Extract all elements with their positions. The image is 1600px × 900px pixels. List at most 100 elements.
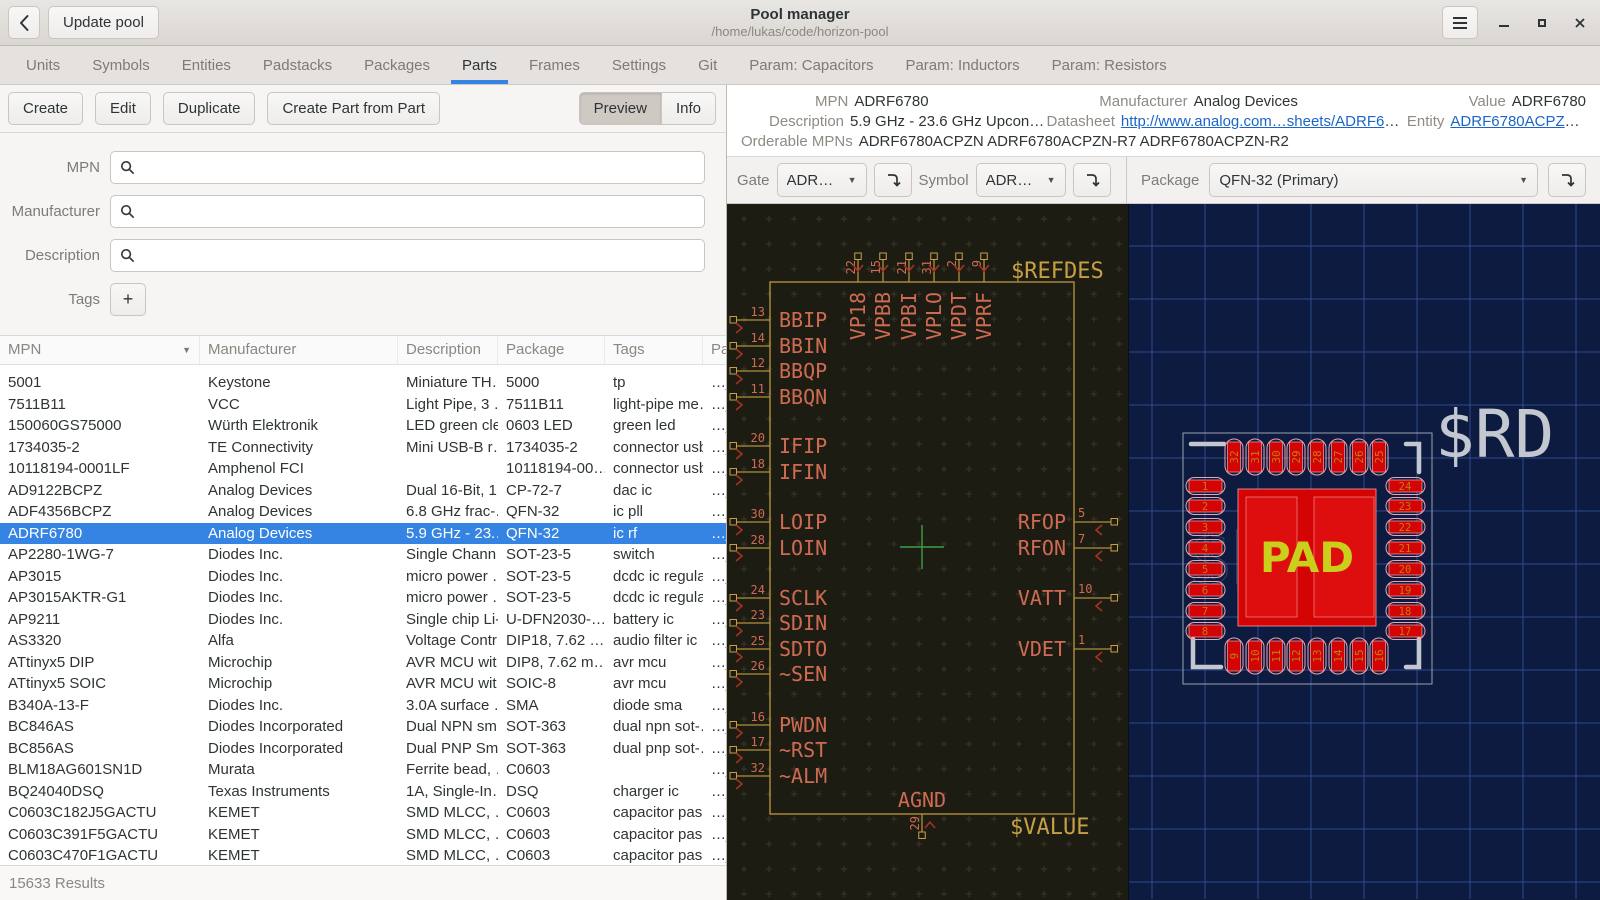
- table-row[interactable]: AP3015Diodes Inc.micro power …SOT-23-5dc…: [0, 566, 726, 588]
- manufacturer-search-entry[interactable]: [110, 195, 705, 228]
- tab-packages[interactable]: Packages: [353, 46, 441, 84]
- table-row[interactable]: ATtinyx5 DIPMicrochipAVR MCU wit…DIP8, 7…: [0, 652, 726, 674]
- column-header-description[interactable]: Description: [398, 336, 498, 364]
- preview-toggle-button[interactable]: Preview: [579, 92, 662, 125]
- tab-symbols[interactable]: Symbols: [81, 46, 161, 84]
- column-header-tags[interactable]: Tags: [605, 336, 703, 364]
- close-button[interactable]: [1568, 11, 1592, 35]
- table-row[interactable]: C0603C391F5GACTUKEMETSMD MLCC, …C0603cap…: [0, 824, 726, 846]
- tab-param-capacitors[interactable]: Param: Capacitors: [738, 46, 884, 84]
- table-row[interactable]: ATtinyx5 SOICMicrochipAVR MCU wit…SOIC-8…: [0, 673, 726, 695]
- maximize-button[interactable]: [1530, 11, 1554, 35]
- svg-text:VPRF: VPRF: [972, 292, 996, 340]
- manufacturer-search-input[interactable]: [143, 203, 695, 220]
- package-combobox[interactable]: QFN-32 (Primary) ▼: [1209, 163, 1538, 197]
- svg-text:$REFDES: $REFDES: [1011, 259, 1104, 284]
- table-row[interactable]: ADF4356BCPZAnalog Devices6.8 GHz frac-…Q…: [0, 501, 726, 523]
- description-search-entry[interactable]: [110, 239, 705, 272]
- update-pool-button[interactable]: Update pool: [48, 6, 159, 39]
- table-row[interactable]: ADRF6780Analog Devices5.9 GHz - 23.…QFN-…: [0, 523, 726, 545]
- table-row[interactable]: AP3015AKTR-G1Diodes Inc.micro power …SOT…: [0, 587, 726, 609]
- svg-text:AGND: AGND: [898, 788, 946, 812]
- table-row[interactable]: BQ24040DSQTexas Instruments1A, Single-In…: [0, 781, 726, 803]
- tab-entities[interactable]: Entities: [171, 46, 242, 84]
- preview-canvases: $REFDES$VALUE13BBIP14BBIN12BBQP11BBQN20I…: [727, 204, 1600, 900]
- tab-units[interactable]: Units: [15, 46, 71, 84]
- part-preview-panel: MPNADRF6780 ManufacturerAnalog Devices V…: [727, 85, 1600, 900]
- minimize-button[interactable]: [1492, 11, 1516, 35]
- svg-text:~SEN: ~SEN: [779, 662, 827, 686]
- table-row[interactable]: AS3320AlfaVoltage Contr…DIP18, 7.62 …aud…: [0, 630, 726, 652]
- svg-text:9: 9: [970, 260, 984, 267]
- chevron-down-icon: ▼: [1519, 175, 1528, 185]
- tab-padstacks[interactable]: Padstacks: [252, 46, 343, 84]
- svg-text:6: 6: [1202, 585, 1208, 597]
- minimize-icon: [1497, 16, 1511, 30]
- open-symbol-editor-button[interactable]: [1073, 163, 1111, 197]
- svg-text:BBQN: BBQN: [779, 385, 827, 409]
- table-row[interactable]: 5001KeystoneMiniature TH…5000tp…json: [0, 372, 726, 394]
- footprint-canvas[interactable]: $RD3231302928272625910111213141516123456…: [1128, 204, 1600, 900]
- close-icon: [1573, 16, 1587, 30]
- mpn-search-entry[interactable]: [110, 151, 705, 184]
- svg-text:1: 1: [1078, 633, 1085, 647]
- table-row[interactable]: C0603C182J5GACTUKEMETSMD MLCC, …C0603cap…: [0, 802, 726, 824]
- table-row[interactable]: 150060GS75000Würth ElektronikLED green c…: [0, 415, 726, 437]
- column-header-manufacturer[interactable]: Manufacturer: [200, 336, 398, 364]
- column-header-path[interactable]: Path: [703, 336, 726, 364]
- edit-button[interactable]: Edit: [95, 92, 151, 125]
- tab-param-resistors[interactable]: Param: Resistors: [1041, 46, 1178, 84]
- description-search-input[interactable]: [143, 247, 695, 264]
- column-header-package[interactable]: Package: [498, 336, 605, 364]
- table-row[interactable]: BC846ASDiodes IncorporatedDual NPN sm…SO…: [0, 716, 726, 738]
- add-tag-button[interactable]: +: [110, 283, 146, 316]
- svg-text:32: 32: [751, 761, 765, 775]
- tab-frames[interactable]: Frames: [518, 46, 591, 84]
- window-title: Pool manager: [0, 5, 1600, 24]
- table-row[interactable]: BLM18AG601SN1DMurataFerrite bead, …C0603…: [0, 759, 726, 781]
- datasheet-link[interactable]: http://www.analog.com…sheets/ADRF6780.pd…: [1121, 113, 1407, 130]
- table-row[interactable]: AD9122BCPZAnalog DevicesDual 16-Bit, 1…C…: [0, 480, 726, 502]
- svg-text:23: 23: [1399, 501, 1412, 513]
- menu-button[interactable]: [1442, 6, 1478, 39]
- table-row[interactable]: C0603C470F1GACTUKEMETSMD MLCC, …C0603cap…: [0, 845, 726, 865]
- svg-text:31: 31: [920, 260, 934, 274]
- back-button[interactable]: [8, 6, 40, 39]
- tab-bar: Units Symbols Entities Padstacks Packages Par…: [0, 46, 1600, 85]
- tab-git[interactable]: Git: [687, 46, 728, 84]
- tab-param-inductors[interactable]: Param: Inductors: [894, 46, 1030, 84]
- goto-symbol-button[interactable]: [874, 163, 912, 197]
- gate-combobox[interactable]: ADRF67… ▼: [777, 163, 867, 197]
- entity-link[interactable]: ADRF6780ACPZN-R7: [1450, 113, 1586, 130]
- description-label: Description: [769, 113, 844, 130]
- column-header-mpn[interactable]: MPN▼: [0, 336, 200, 364]
- table-row[interactable]: AP9211Diodes Inc.Single chip Li-…U-DFN20…: [0, 609, 726, 631]
- table-row[interactable]: 1734035-2TE ConnectivityMini USB-B r…173…: [0, 437, 726, 459]
- tab-settings[interactable]: Settings: [601, 46, 677, 84]
- duplicate-button[interactable]: Duplicate: [163, 92, 256, 125]
- svg-text:18: 18: [1399, 606, 1412, 618]
- svg-text:25: 25: [1373, 450, 1386, 463]
- table-row[interactable]: AP2280-1WG-7Diodes Inc.Single Chann…SOT-…: [0, 544, 726, 566]
- create-button[interactable]: Create: [8, 92, 83, 125]
- info-toggle-button[interactable]: Info: [662, 92, 716, 125]
- mpn-search-input[interactable]: [143, 159, 695, 176]
- table-row[interactable]: 10118194-0001LFAmphenol FCI10118194-00…c…: [0, 458, 726, 480]
- tab-parts[interactable]: Parts: [451, 46, 508, 84]
- manufacturer-filter-label: Manufacturer: [8, 203, 100, 220]
- svg-text:29: 29: [1290, 450, 1303, 463]
- svg-text:15: 15: [1353, 649, 1366, 662]
- part-info: MPNADRF6780 ManufacturerAnalog Devices V…: [727, 85, 1600, 156]
- create-part-from-part-button[interactable]: Create Part from Part: [267, 92, 440, 125]
- svg-text:22: 22: [1399, 522, 1412, 534]
- symbol-combobox[interactable]: ADRF67… ▼: [976, 163, 1066, 197]
- table-row[interactable]: BC856ASDiodes IncorporatedDual PNP Sm…SO…: [0, 738, 726, 760]
- symbol-canvas[interactable]: $REFDES$VALUE13BBIP14BBIN12BBQP11BBQN20I…: [727, 204, 1128, 900]
- table-row[interactable]: B340A-13-FDiodes Inc.3.0A surface …SMAdi…: [0, 695, 726, 717]
- table-row-clipped[interactable]: [0, 365, 726, 372]
- svg-text:10: 10: [1078, 582, 1092, 596]
- open-package-editor-button[interactable]: [1548, 163, 1586, 197]
- svg-text:LOIN: LOIN: [779, 536, 827, 560]
- table-row[interactable]: 7511B11VCCLight Pipe, 3 …7511B11light-pi…: [0, 394, 726, 416]
- parts-table-header: MPN▼ManufacturerDescriptionPackageTagsPa…: [0, 336, 726, 365]
